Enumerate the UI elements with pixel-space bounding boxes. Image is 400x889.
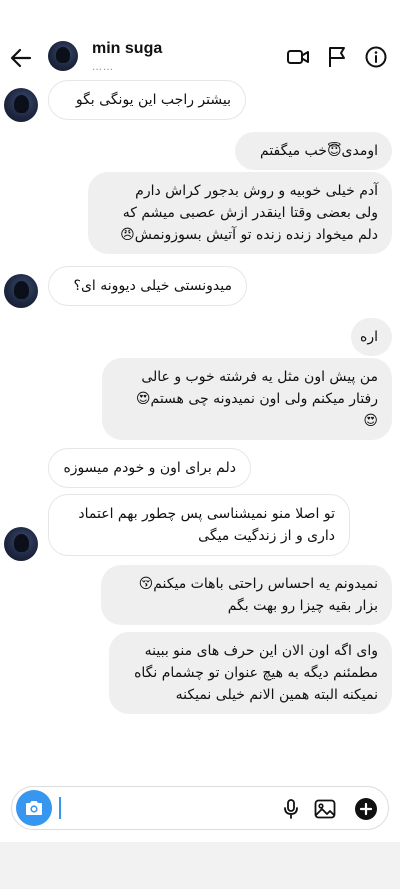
message-bubble-sent[interactable]: آدم خیلی خوبیه و روش بدجور کراش دارم ولی…	[88, 172, 392, 254]
message-bubble-received[interactable]: بیشتر راجب این یونگی بگو	[48, 80, 246, 120]
message-bubble-sent[interactable]: من پیش اون مثل یه فرشته خوب و عالی رفتار…	[102, 358, 392, 440]
contact-name[interactable]: min suga	[92, 40, 162, 58]
message-bubble-received[interactable]: دلم برای اون و خودم میسوزه	[48, 448, 251, 488]
message-bubble-received[interactable]: میدونستی خیلی دیوونه ای؟	[48, 266, 247, 306]
message-bubble-sent[interactable]: اره	[351, 318, 392, 356]
sender-avatar[interactable]	[4, 274, 38, 308]
contact-status: ……	[92, 62, 114, 73]
camera-button[interactable]	[16, 790, 52, 826]
message-bubble-received[interactable]: تو اصلا منو نمیشناسی پس چطور بهم اعتماد …	[48, 494, 350, 556]
chat-header: min suga ……	[0, 0, 400, 78]
contact-avatar[interactable]	[48, 41, 78, 71]
sender-avatar[interactable]	[4, 88, 38, 122]
microphone-icon[interactable]	[279, 797, 303, 821]
flag-icon[interactable]	[325, 45, 349, 69]
video-call-icon[interactable]	[286, 45, 310, 69]
message-bubble-sent[interactable]: اومدی😇خب میگفتم	[235, 132, 392, 170]
back-arrow-icon[interactable]	[8, 45, 34, 71]
camera-icon	[26, 801, 42, 815]
message-bubble-sent[interactable]: وای اگه اون الان این حرف های منو ببینه م…	[109, 632, 392, 714]
sender-avatar[interactable]	[4, 527, 38, 561]
gallery-icon[interactable]	[313, 797, 337, 821]
text-cursor	[59, 797, 61, 819]
system-navigation-bar	[0, 842, 400, 889]
message-bubble-sent[interactable]: نمیدونم یه احساس راحتی باهات میکنم😚 بزار…	[101, 565, 392, 625]
info-icon[interactable]	[364, 45, 388, 69]
add-icon[interactable]	[354, 797, 378, 821]
